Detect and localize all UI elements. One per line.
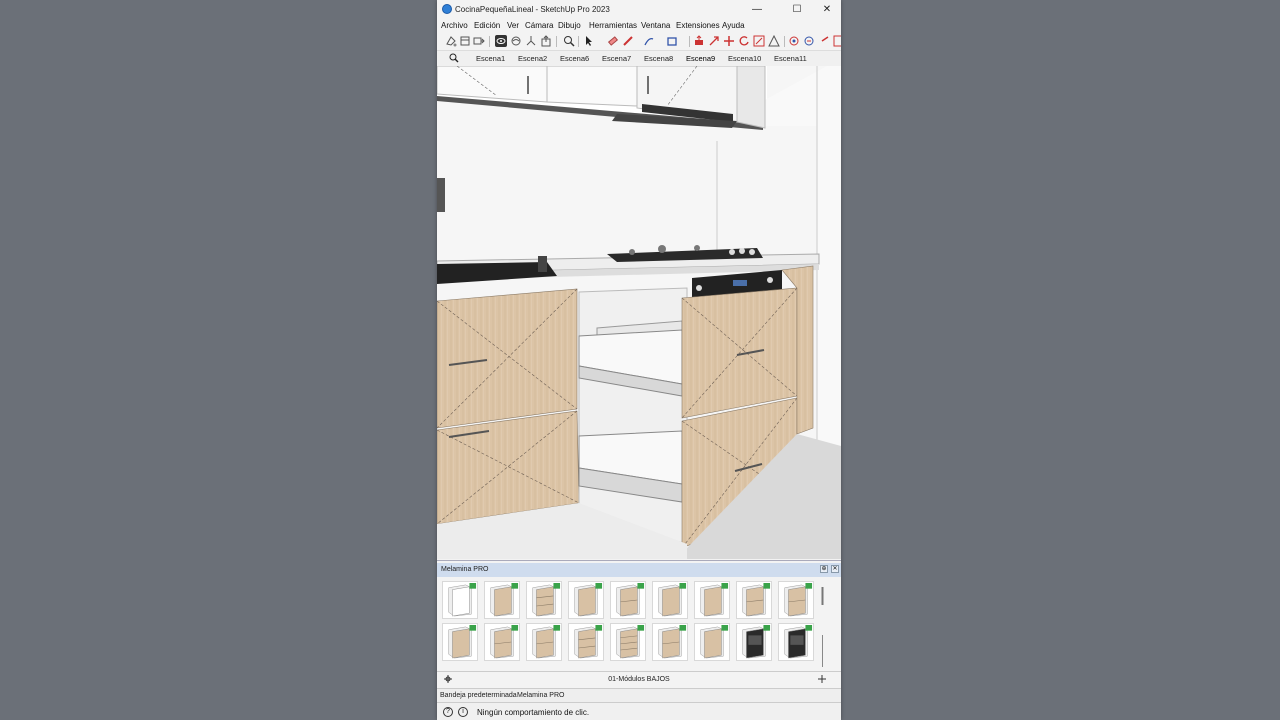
melamina-tray: Melamina PRO ⊕ ✕ 01-Módulos BAJOS bbox=[437, 560, 841, 689]
menu-dibujo[interactable]: Dibujo bbox=[558, 21, 581, 30]
components-icon[interactable] bbox=[459, 35, 471, 47]
push-pull-icon[interactable] bbox=[693, 35, 705, 47]
component-thumb-door-tall[interactable] bbox=[568, 581, 604, 619]
status-bar: ? i Ningún comportamiento de clic. bbox=[437, 702, 841, 720]
component-thumb-door-left[interactable] bbox=[652, 581, 688, 619]
zoom-icon[interactable] bbox=[563, 35, 575, 47]
component-thumb-one-drawer-door[interactable] bbox=[736, 581, 772, 619]
component-thumb-oven-microwave[interactable] bbox=[778, 623, 814, 661]
menu-extensiones[interactable]: Extensiones bbox=[676, 21, 720, 30]
tray-tabs: Bandeja predeterminada Melamina PRO bbox=[437, 688, 841, 703]
main-toolbar bbox=[437, 33, 841, 51]
tab-escena8[interactable]: Escena8 bbox=[644, 54, 673, 63]
move-icon[interactable] bbox=[708, 35, 720, 47]
tab-bandeja-predeterminada[interactable]: Bandeja predeterminada bbox=[440, 692, 517, 699]
component-thumb-two-drawer[interactable] bbox=[610, 581, 646, 619]
sketchup-logo-icon bbox=[442, 4, 452, 14]
search-icon[interactable] bbox=[449, 53, 459, 63]
select-arrow-icon[interactable] bbox=[583, 35, 595, 47]
offset-icon[interactable] bbox=[753, 35, 765, 47]
dimension-icon[interactable] bbox=[788, 35, 800, 47]
tray-title: Melamina PRO bbox=[441, 566, 489, 573]
menu-bar: Archivo Edición Ver Cámara Dibujo Herram… bbox=[437, 19, 841, 33]
tray-scrollbar[interactable] bbox=[820, 587, 825, 667]
details-icon[interactable] bbox=[817, 674, 827, 684]
component-thumb-door-right[interactable] bbox=[694, 581, 730, 619]
window-title: CocinaPequeñaLineal - SketchUp Pro 2023 bbox=[455, 5, 610, 14]
toolbar-separator bbox=[784, 36, 785, 47]
component-thumb-three-drawer-b[interactable] bbox=[568, 623, 604, 661]
text-icon[interactable] bbox=[803, 35, 815, 47]
line-icon[interactable] bbox=[643, 35, 655, 47]
tab-escena1[interactable]: Escena1 bbox=[476, 54, 505, 63]
close-button[interactable]: ✕ bbox=[813, 2, 841, 17]
menu-ventana[interactable]: Ventana bbox=[641, 21, 670, 30]
tab-escena2[interactable]: Escena2 bbox=[518, 54, 547, 63]
paint-bucket-icon[interactable] bbox=[445, 35, 457, 47]
component-thumb-two-drawer-b[interactable] bbox=[526, 623, 562, 661]
title-bar: CocinaPequeñaLineal - SketchUp Pro 2023 … bbox=[437, 0, 841, 19]
scale-icon[interactable] bbox=[738, 35, 750, 47]
section-icon[interactable] bbox=[820, 35, 832, 47]
tab-escena9[interactable]: Escena9 bbox=[686, 54, 715, 63]
tab-escena11[interactable]: Escena11 bbox=[774, 54, 807, 63]
component-thumb-corner-unit[interactable] bbox=[694, 623, 730, 661]
export-icon[interactable] bbox=[540, 35, 552, 47]
menu-ver[interactable]: Ver bbox=[507, 21, 519, 30]
status-message: Ningún comportamiento de clic. bbox=[477, 708, 590, 717]
tab-escena7[interactable]: Escena7 bbox=[602, 54, 631, 63]
menu-edicion[interactable]: Edición bbox=[474, 21, 500, 30]
component-thumb-door-drawer[interactable] bbox=[778, 581, 814, 619]
pan-tool-icon[interactable] bbox=[510, 35, 522, 47]
component-thumb-two-door[interactable] bbox=[484, 581, 520, 619]
component-thumb-two-drawer-a[interactable] bbox=[484, 623, 520, 661]
toolbar-separator bbox=[578, 36, 579, 47]
component-thumb-four-drawer[interactable] bbox=[610, 623, 646, 661]
location-icon[interactable]: ? bbox=[443, 707, 453, 717]
tab-melamina-pro[interactable]: Melamina PRO bbox=[517, 692, 564, 699]
toolbar-separator bbox=[689, 36, 690, 47]
tray-header: Melamina PRO ⊕ ✕ bbox=[437, 563, 841, 577]
zoom-extents-icon[interactable] bbox=[525, 35, 537, 47]
rectangle-icon[interactable] bbox=[666, 35, 678, 47]
orbit-tool-icon[interactable] bbox=[495, 35, 507, 47]
kitchen-model-render bbox=[437, 66, 841, 559]
tab-escena6[interactable]: Escena6 bbox=[560, 54, 589, 63]
tray-footer: 01-Módulos BAJOS bbox=[437, 671, 841, 686]
component-thumb-three-drawer[interactable] bbox=[526, 581, 562, 619]
component-thumb-double-door[interactable] bbox=[442, 623, 478, 661]
menu-camara[interactable]: Cámara bbox=[525, 21, 553, 30]
toolbar-separator bbox=[556, 36, 557, 47]
component-thumb-oven-unit[interactable] bbox=[736, 623, 772, 661]
scene-tabs-bar: Escena1 Escena2 Escena6 Escena7 Escena8 … bbox=[437, 51, 841, 67]
model-viewport[interactable] bbox=[437, 66, 841, 559]
toolbar-separator bbox=[489, 36, 490, 47]
pencil-icon[interactable] bbox=[622, 35, 634, 47]
info-icon[interactable]: i bbox=[458, 707, 468, 717]
component-thumb-empty-carcass[interactable] bbox=[442, 581, 478, 619]
minimize-button[interactable]: — bbox=[743, 2, 771, 17]
menu-archivo[interactable]: Archivo bbox=[441, 21, 468, 30]
folder-label: 01-Módulos BAJOS bbox=[608, 676, 670, 683]
rotate-icon[interactable] bbox=[723, 35, 735, 47]
styles-icon[interactable] bbox=[473, 35, 485, 47]
maximize-button[interactable]: ☐ bbox=[783, 2, 811, 17]
section-plane-icon[interactable] bbox=[833, 35, 841, 47]
menu-herramientas[interactable]: Herramientas bbox=[589, 21, 637, 30]
component-thumb-two-drawer-c[interactable] bbox=[652, 623, 688, 661]
eraser-icon[interactable] bbox=[607, 35, 619, 47]
tab-escena10[interactable]: Escena10 bbox=[728, 54, 761, 63]
tray-close-button[interactable]: ✕ bbox=[831, 565, 839, 573]
pin-icon[interactable]: ⊕ bbox=[820, 565, 828, 573]
tape-measure-icon[interactable] bbox=[768, 35, 780, 47]
sketchup-window: CocinaPequeñaLineal - SketchUp Pro 2023 … bbox=[437, 0, 841, 720]
menu-ayuda[interactable]: Ayuda bbox=[722, 21, 745, 30]
